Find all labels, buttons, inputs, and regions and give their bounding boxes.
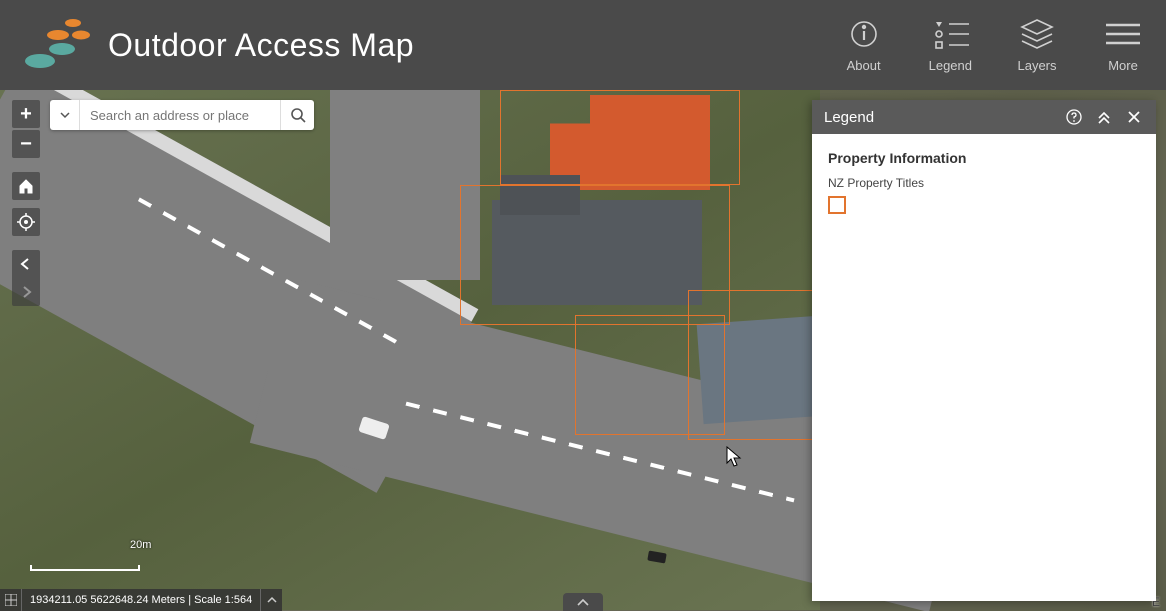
locate-icon [17, 213, 35, 231]
menu-icon [1102, 18, 1144, 50]
close-icon [1127, 110, 1141, 124]
legend-section-title: Property Information [828, 150, 1140, 166]
coordinate-bar: 1934211.05 5622648.24 Meters | Scale 1:5… [0, 589, 282, 611]
nav-legend[interactable]: Legend [929, 18, 972, 73]
chevron-down-icon [60, 110, 70, 120]
attribute-table-toggle[interactable] [563, 593, 603, 611]
crosshair-small-icon [5, 594, 17, 606]
next-extent-button[interactable] [19, 278, 33, 306]
app-title: Outdoor Access Map [108, 27, 414, 64]
nav-more[interactable]: More [1102, 18, 1144, 73]
legend-header: Legend [812, 100, 1156, 134]
scale-bar: 20m [30, 553, 140, 571]
extent-nav [12, 250, 40, 306]
app-logo: Outdoor Access Map [22, 15, 414, 75]
double-chevron-up-icon [1096, 109, 1112, 125]
legend-body: Property Information NZ Property Titles [812, 134, 1156, 230]
locate-button[interactable] [12, 208, 40, 236]
app-header: Outdoor Access Map About Legend Layers M… [0, 0, 1166, 90]
chevron-up-icon [267, 595, 277, 605]
legend-swatch [828, 196, 846, 214]
search-input[interactable] [80, 100, 280, 130]
chevron-up-icon [577, 597, 589, 607]
legend-collapse-button[interactable] [1094, 107, 1114, 127]
legend-close-button[interactable] [1124, 107, 1144, 127]
search-button[interactable] [280, 100, 314, 130]
coordinate-toggle-button[interactable] [0, 589, 22, 611]
nav-label-legend: Legend [929, 58, 972, 73]
nav-label-about: About [847, 58, 881, 73]
logo-icon [22, 15, 92, 75]
search-icon [290, 107, 306, 123]
nav-label-more: More [1108, 58, 1138, 73]
legend-panel: Legend Property Information NZ Property … [812, 100, 1156, 601]
nav-layers[interactable]: Layers [1016, 18, 1058, 73]
arrow-left-icon [19, 257, 33, 271]
coordinate-text: 1934211.05 5622648.24 Meters | Scale 1:5… [22, 594, 260, 606]
header-nav: About Legend Layers More [843, 18, 1144, 73]
legend-icon [929, 18, 971, 50]
home-icon [18, 178, 34, 194]
mouse-cursor-icon [726, 446, 742, 468]
legend-help-button[interactable] [1064, 107, 1084, 127]
arrow-right-icon [19, 285, 33, 299]
legend-item-label: NZ Property Titles [828, 176, 1140, 190]
legend-title: Legend [824, 109, 874, 126]
zoom-in-button[interactable]: + [12, 100, 40, 128]
prev-extent-button[interactable] [19, 250, 33, 278]
coordinate-expand-button[interactable] [260, 589, 282, 611]
layers-icon [1016, 18, 1058, 50]
info-icon [843, 18, 885, 50]
search-bar [50, 100, 314, 130]
nav-about[interactable]: About [843, 18, 885, 73]
nav-label-layers: Layers [1017, 58, 1056, 73]
search-source-dropdown[interactable] [50, 100, 80, 130]
home-button[interactable] [12, 172, 40, 200]
scale-label: 20m [130, 539, 151, 551]
zoom-out-button[interactable]: − [12, 130, 40, 158]
help-icon [1066, 109, 1082, 125]
